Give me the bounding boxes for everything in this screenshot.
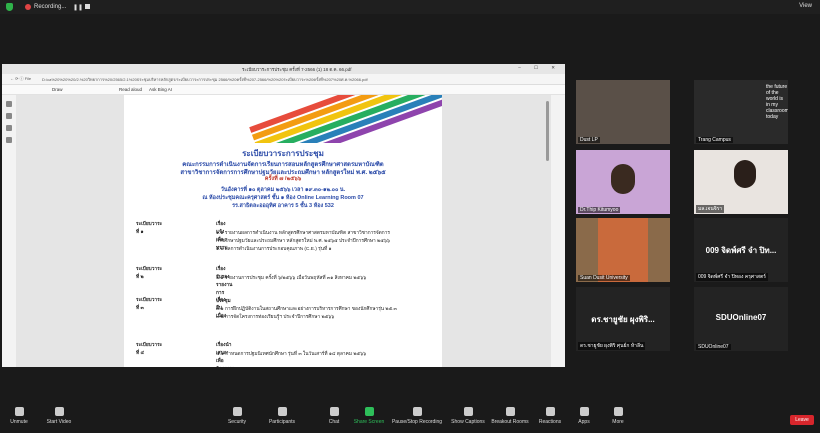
unmute-button[interactable]: Unmute xyxy=(4,407,34,425)
participant-tile[interactable]: Dr.Thip Kitumyoo xyxy=(576,150,670,214)
address-bar: ← ⟳ ⓘ File D:/ca%20%20%20/2.%20วิทยาการ%… xyxy=(2,74,565,85)
nav-buttons[interactable]: ← ⟳ ⓘ File xyxy=(10,76,31,82)
microphone-muted-icon xyxy=(14,407,24,416)
video-off-icon xyxy=(54,407,64,416)
participant-tile[interactable]: 009 จิดพ์ศรี จำ ปิท... 009 จิดพ์ศรี จำ ป… xyxy=(694,218,788,282)
pdf-viewer[interactable]: ระเบียบวาระการประชุม คณะกรรมการดำเนินงาน… xyxy=(2,95,565,367)
captions-button[interactable]: Show Captions xyxy=(448,407,488,425)
security-button[interactable]: Security xyxy=(222,407,252,425)
participant-tile[interactable]: มล.เจนจิรา xyxy=(694,150,788,214)
participant-tile[interactable]: SDUOnline07 SDUOnline07 xyxy=(694,287,788,351)
breakout-rooms-icon xyxy=(505,407,515,416)
pdf-toolbar: Draw Read aloud Ask Bing AI xyxy=(2,85,565,95)
zoom-top-bar: Recording... ❚❚ View xyxy=(0,0,820,14)
recording-label: Recording... xyxy=(34,4,67,10)
participant-tile[interactable]: Dust LP xyxy=(576,80,670,144)
meeting-toolbar: Unmute Start Video Security Participants… xyxy=(0,405,820,433)
window-controls[interactable]: – ☐ ✕ xyxy=(518,65,561,71)
url-field[interactable]: D:/ca%20%20%20/2.%20วิทยาการ%20/2565/2.1… xyxy=(42,76,462,83)
reactions-button[interactable]: Reactions xyxy=(535,407,565,425)
share-screen-button[interactable]: Share Screen xyxy=(352,407,386,425)
apps-icon xyxy=(579,407,589,416)
participant-tile[interactable]: the future of the world is in my classro… xyxy=(694,80,788,144)
pause-recording-button[interactable]: Pause/Stop Recording xyxy=(391,407,443,425)
recording-icon xyxy=(25,4,31,10)
doc-line-7: รร.สาธิตละอออุทิศ อาคาร 5 ชั้น 3 ห้อง 53… xyxy=(232,203,334,209)
right-rail xyxy=(551,95,565,367)
security-shield-icon[interactable] xyxy=(6,3,13,11)
leave-button[interactable]: Leave xyxy=(790,415,814,425)
more-button[interactable]: More xyxy=(606,407,630,425)
start-video-button[interactable]: Start Video xyxy=(44,407,74,425)
participant-tile[interactable]: Suan Dusit University xyxy=(576,218,670,282)
pause-recording-icon[interactable]: ❚❚ xyxy=(73,4,83,11)
participants-icon xyxy=(277,407,287,416)
more-icon xyxy=(613,407,623,416)
pdf-page: ระเบียบวาระการประชุม คณะกรรมการดำเนินงาน… xyxy=(124,95,442,367)
doc-line-4: ครั้งที่ ๗ /๒๕๖๖ xyxy=(264,176,302,182)
apps-button[interactable]: Apps xyxy=(572,407,596,425)
left-rail xyxy=(2,95,16,367)
participant-tile[interactable]: ดร.ชายูชัย ผุงพิริ... ดร.ชายูชัย ผุงพิริ… xyxy=(576,287,670,351)
browser-tab-bar: ระเบียบวาระการประชุม ครั้งที่ 7-2566 (1)… xyxy=(2,64,565,74)
ask-bing-button[interactable]: Ask Bing AI xyxy=(149,87,172,92)
view-button[interactable]: View xyxy=(799,3,812,9)
participants-button[interactable]: Participants xyxy=(265,407,299,425)
browser-tab[interactable]: ระเบียบวาระการประชุม ครั้งที่ 7-2566 (1)… xyxy=(242,66,352,73)
share-screen-icon xyxy=(364,407,374,416)
draw-tool[interactable]: Draw xyxy=(52,87,63,92)
doc-line-5: วันอังคารที่ ๑๐ ตุลาคม ๒๕๖๖ เวลา ๑๙.๓๐-๑… xyxy=(220,187,346,193)
pause-icon xyxy=(412,407,422,416)
chat-button[interactable]: Chat xyxy=(322,407,346,425)
shield-icon xyxy=(232,407,242,416)
emoji-icon xyxy=(545,407,555,416)
shared-screen: ระเบียบวาระการประชุม ครั้งที่ 7-2566 (1)… xyxy=(2,64,565,367)
doc-line-6: ณ ห้องประชุมคณะครุศาสตร์ ชั้น ๑ ห้อง Onl… xyxy=(202,195,364,201)
read-aloud-button[interactable]: Read aloud xyxy=(119,87,142,92)
stop-recording-icon[interactable] xyxy=(85,4,90,9)
captions-icon xyxy=(463,407,473,416)
chat-icon xyxy=(329,407,339,416)
breakout-rooms-button[interactable]: Breakout Rooms xyxy=(489,407,531,425)
scrollbar[interactable] xyxy=(546,101,549,161)
pencils-image xyxy=(249,95,442,143)
